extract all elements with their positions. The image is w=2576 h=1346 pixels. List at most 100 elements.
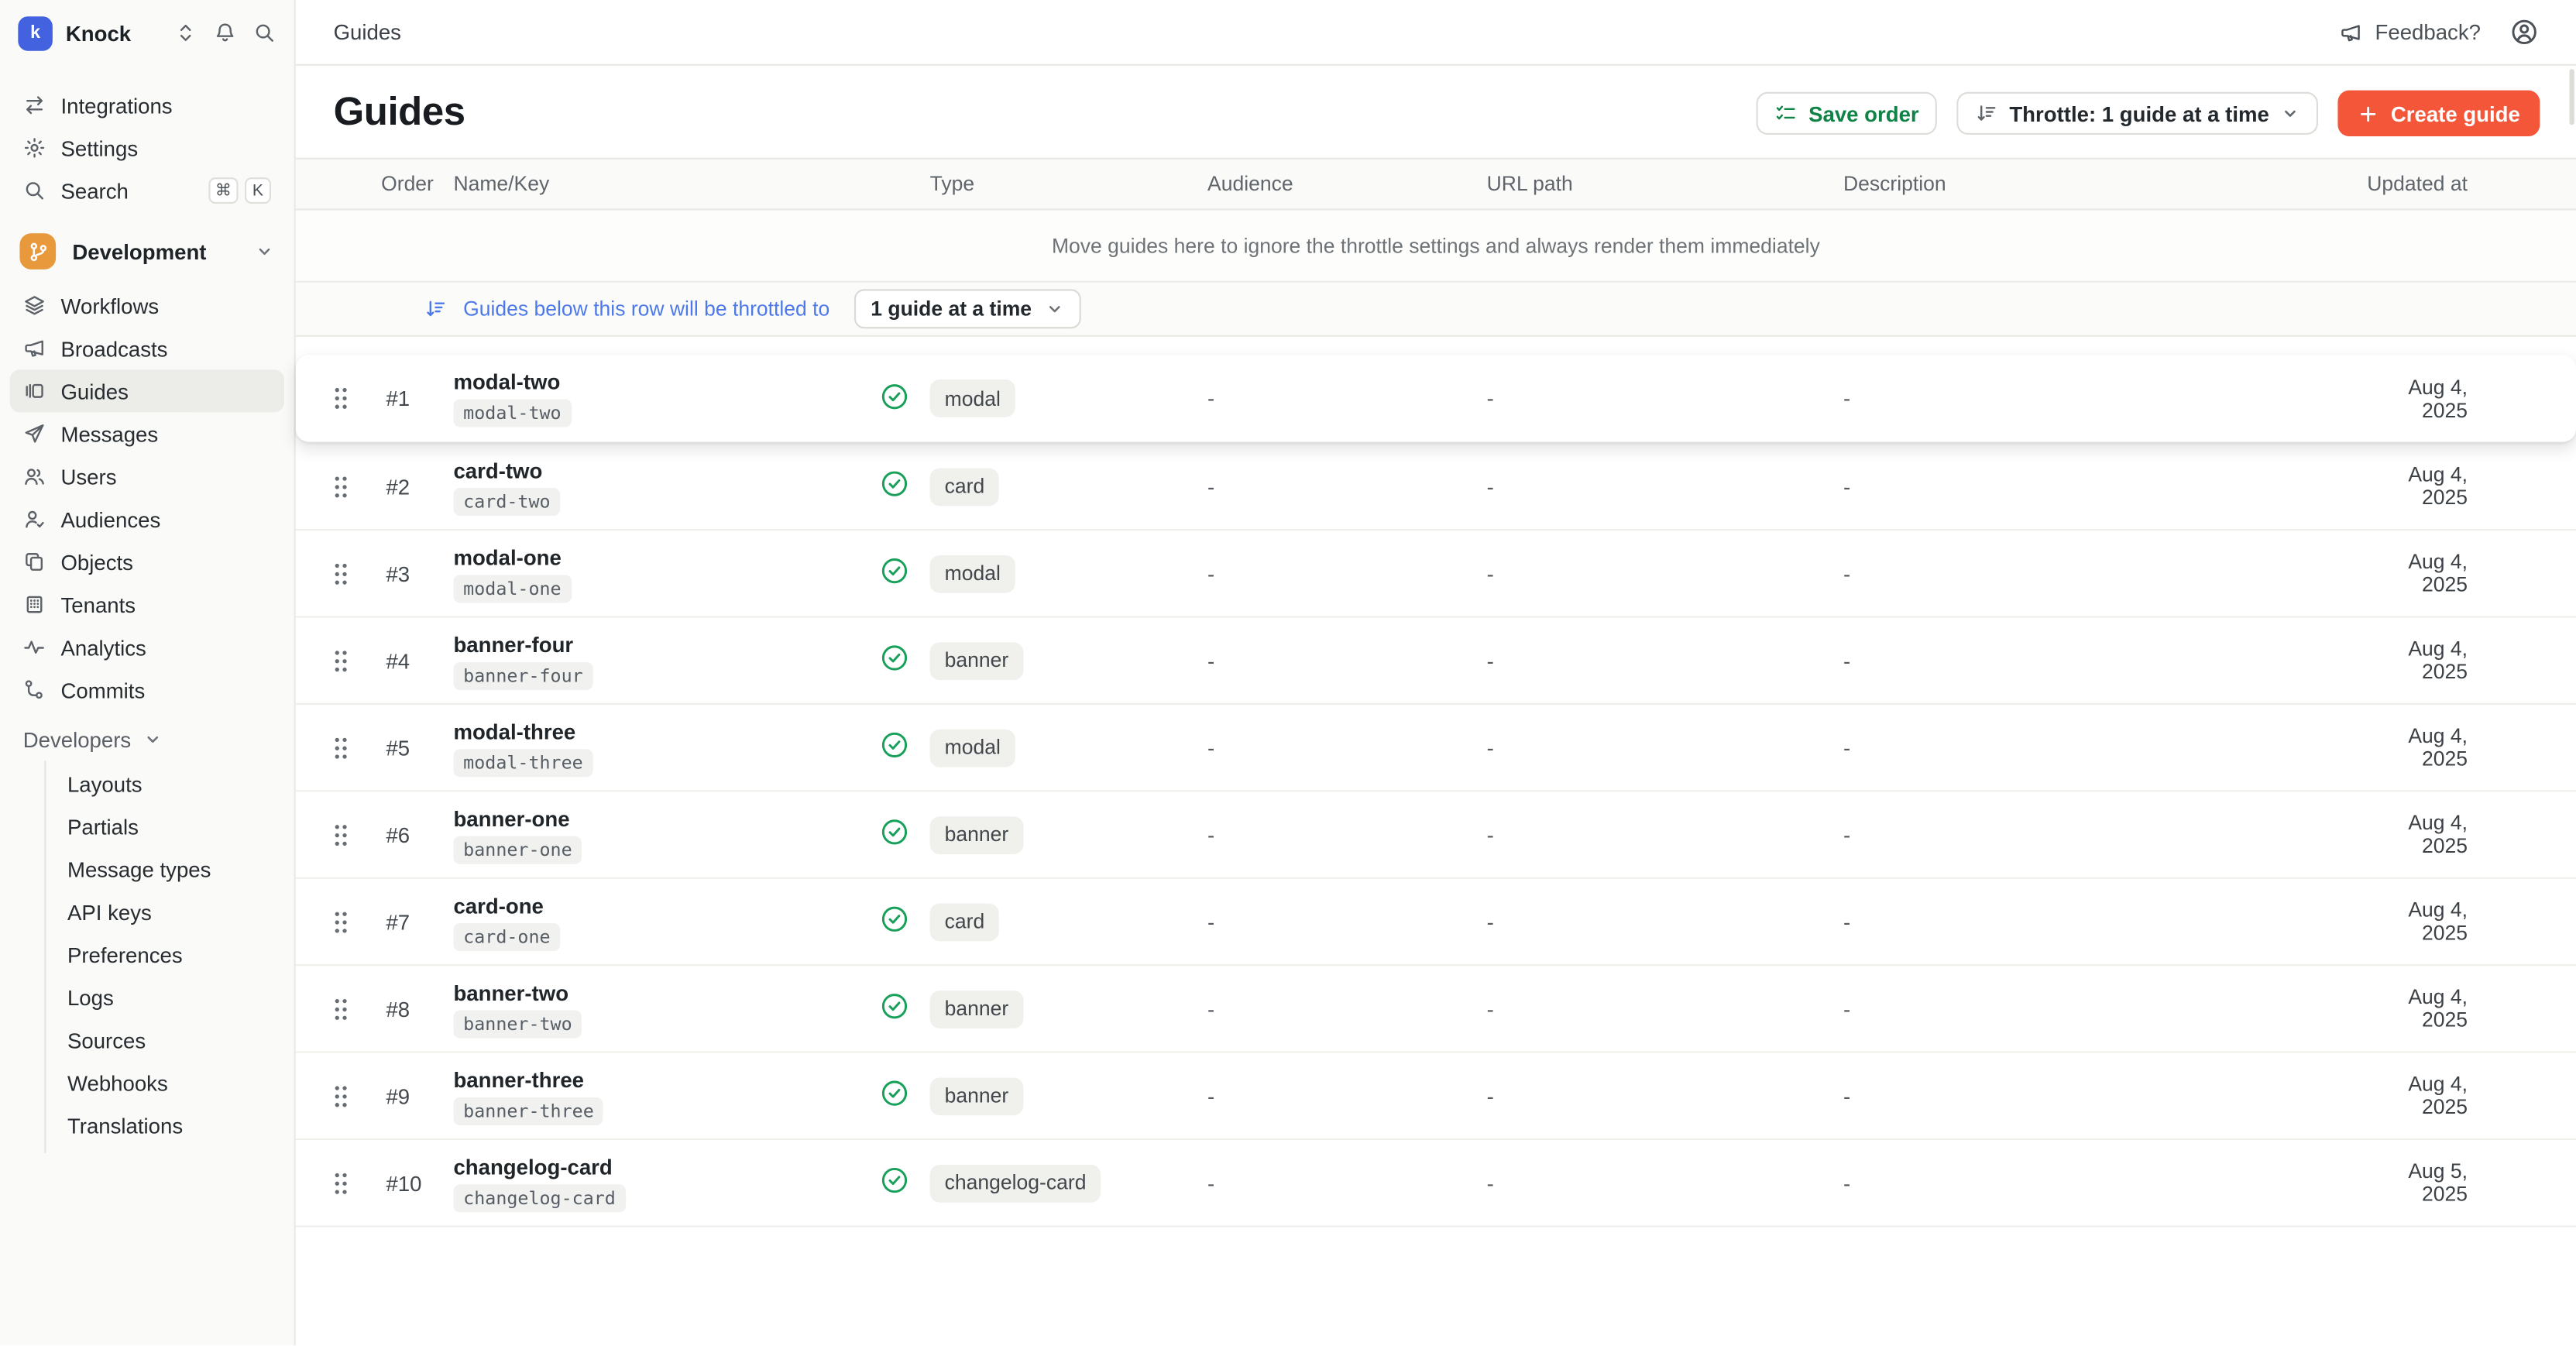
scrollbar-thumb[interactable] [2570,69,2574,125]
person-circle-icon[interactable] [2510,18,2538,46]
sidebar-item-label: Users [60,464,116,489]
guide-audience: - [1207,996,1487,1021]
guide-row[interactable]: #10changelog-cardchangelog-cardchangelog… [296,1140,2576,1227]
drag-handle-icon[interactable] [331,1169,381,1197]
sidebar-item-partials[interactable]: Partials [46,805,284,847]
sidebar-item-preferences[interactable]: Preferences [46,933,284,976]
sidebar-item-broadcasts[interactable]: Broadcasts [10,327,284,369]
guide-status [881,905,930,938]
environment-switcher[interactable]: Development [10,227,284,276]
drag-handle-icon[interactable] [331,647,381,675]
guide-audience: - [1207,735,1487,760]
guide-row[interactable]: #7card-onecard-onecard---Aug 4, 2025 [296,879,2576,966]
guide-type-badge: card [930,903,1000,941]
bell-icon[interactable] [214,22,237,45]
guide-description: - [1843,386,2366,410]
guide-key-badge: changelog-card [453,1183,625,1211]
guide-type-badge: banner [930,1076,1024,1114]
sidebar-item-sources[interactable]: Sources [46,1018,284,1061]
sidebar-item-analytics[interactable]: Analytics [10,626,284,668]
feedback-button[interactable]: Feedback? [2339,19,2481,44]
guide-row[interactable]: #4banner-fourbanner-fourbanner---Aug 4, … [296,618,2576,705]
guide-row[interactable]: #2card-twocard-twocard---Aug 4, 2025 [296,444,2576,531]
guide-status [881,470,930,503]
sidebar-item-commits[interactable]: Commits [10,668,284,711]
guide-type-badge: banner [930,815,1024,853]
guide-order: #1 [381,386,453,410]
developers-toggle[interactable]: Developers [10,718,284,761]
search-icon[interactable] [253,22,276,45]
guide-row[interactable]: #1modal-twomodal-twomodal---Aug 4, 2025 [296,355,2576,441]
sidebar-item-users[interactable]: Users [10,455,284,498]
guide-audience: - [1207,1170,1487,1195]
guide-key-badge: modal-one [453,574,571,602]
sidebar-item-translations[interactable]: Translations [46,1104,284,1146]
throttle-dropdown-button[interactable]: Throttle: 1 guide at a time [1956,92,2318,135]
guide-url-path: - [1487,909,1843,934]
pages-icon [23,551,46,574]
sidebar-item-label: Workflows [60,294,159,318]
workspace-logo[interactable]: k [18,15,53,50]
sidebar-top-nav: IntegrationsSettingsSearch⌘K [0,66,294,212]
guide-row[interactable]: #5modal-threemodal-threemodal---Aug 4, 2… [296,705,2576,791]
guide-audience: - [1207,1083,1487,1108]
guide-updated-at: Aug 4, 2025 [2365,812,2576,857]
breadcrumb[interactable]: Guides [334,19,401,44]
guide-url-path: - [1487,1170,1843,1195]
chevron-down-icon [255,242,274,261]
drag-handle-icon[interactable] [331,384,381,412]
guide-key-badge: modal-three [453,748,592,776]
sidebar-item-layouts[interactable]: Layouts [46,762,284,805]
throttle-divider-label[interactable]: Guides below this row will be throttled … [463,297,829,321]
check-circle-icon [881,644,908,671]
guide-order: #5 [381,735,453,760]
sidebar-item-logs[interactable]: Logs [46,976,284,1018]
guide-order: #8 [381,996,453,1021]
chevrons-updown-icon[interactable] [174,22,197,45]
guide-order: #9 [381,1083,453,1108]
sidebar-item-workflows[interactable]: Workflows [10,284,284,327]
sidebar-item-label: Search [60,178,128,203]
drag-handle-icon[interactable] [331,472,381,500]
panel-icon [23,379,46,403]
guide-row[interactable]: #8banner-twobanner-twobanner---Aug 4, 20… [296,966,2576,1052]
sidebar-developers-nav: LayoutsPartialsMessage typesAPI keysPref… [44,761,294,1153]
sidebar: k Knock IntegrationsSettingsSearch⌘K Dev… [0,0,296,1345]
paper-plane-icon [23,422,46,445]
guide-status [881,731,930,764]
guide-type-cell: modal [930,729,1207,767]
sidebar-item-message-types[interactable]: Message types [46,848,284,891]
sidebar-item-audiences[interactable]: Audiences [10,498,284,541]
drag-handle-icon[interactable] [331,559,381,587]
sidebar-item-integrations[interactable]: Integrations [10,84,284,126]
guide-type-badge: banner [930,990,1024,1028]
sidebar-item-guides[interactable]: Guides [10,369,284,412]
guide-row[interactable]: #3modal-onemodal-onemodal---Aug 4, 2025 [296,531,2576,617]
sidebar-item-search[interactable]: Search⌘K [10,169,284,211]
drag-handle-icon[interactable] [331,821,381,849]
drag-handle-icon[interactable] [331,733,381,761]
save-order-button[interactable]: Save order [1756,92,1937,135]
throttle-count-select[interactable]: 1 guide at a time [854,289,1081,328]
environment-label: Development [72,239,238,264]
guide-updated-at: Aug 4, 2025 [2365,986,2576,1032]
guide-type-cell: card [930,903,1207,941]
sidebar-item-messages[interactable]: Messages [10,412,284,455]
sidebar-item-objects[interactable]: Objects [10,541,284,583]
sidebar-item-tenants[interactable]: Tenants [10,583,284,626]
create-guide-button[interactable]: Create guide [2338,91,2540,136]
sidebar-item-webhooks[interactable]: Webhooks [46,1061,284,1104]
guide-row[interactable]: #6banner-onebanner-onebanner---Aug 4, 20… [296,791,2576,878]
guide-description: - [1843,648,2366,673]
sidebar-item-api-keys[interactable]: API keys [46,891,284,933]
keycap: ⌘ [208,177,238,204]
drag-handle-icon[interactable] [331,908,381,936]
drop-zone-notice: Move guides here to ignore the throttle … [296,211,2576,283]
guide-name: changelog-card [453,1154,612,1179]
drag-handle-icon[interactable] [331,994,381,1022]
guide-row[interactable]: #9banner-threebanner-threebanner---Aug 4… [296,1053,2576,1140]
sidebar-item-label: Broadcasts [60,336,167,361]
check-circle-icon [881,382,908,410]
sidebar-item-settings[interactable]: Settings [10,126,284,169]
drag-handle-icon[interactable] [331,1082,381,1110]
